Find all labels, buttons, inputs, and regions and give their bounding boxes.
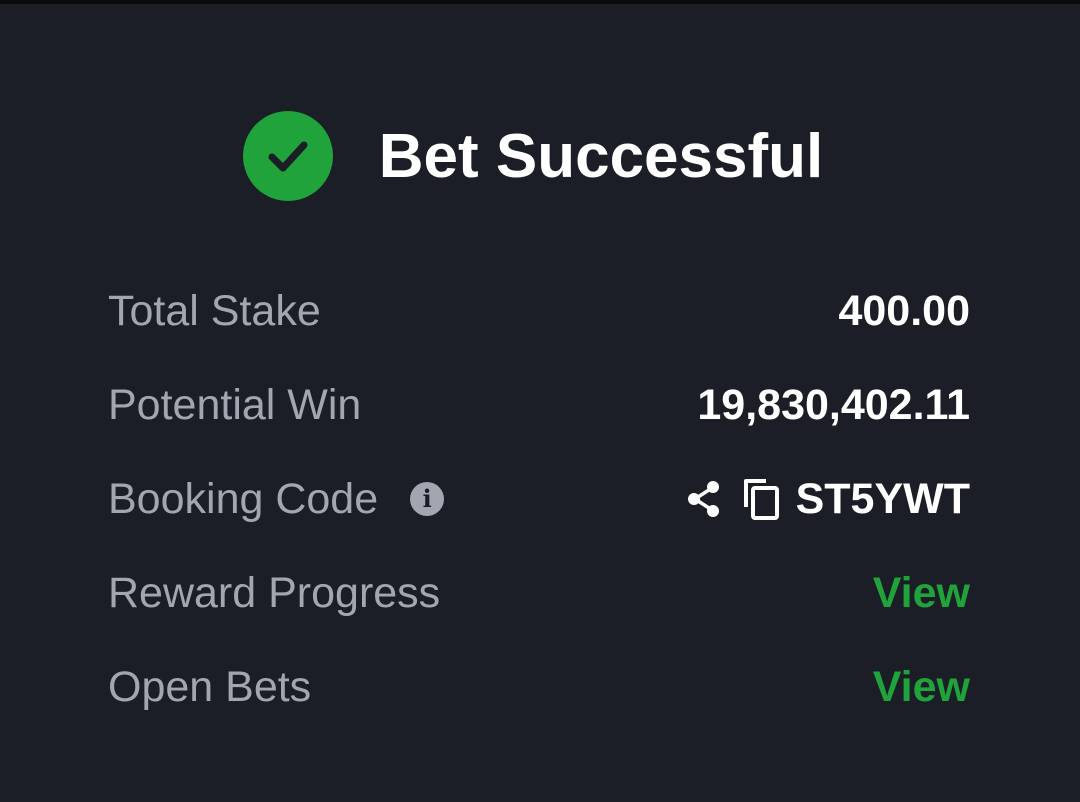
- top-edge-divider: [0, 0, 1080, 4]
- reward-progress-label: Reward Progress: [108, 568, 441, 617]
- bet-summary-list: Total Stake 400.00 Potential Win 19,830,…: [108, 264, 970, 734]
- total-stake-value: 400.00: [838, 286, 970, 335]
- potential-win-value: 19,830,402.11: [697, 380, 970, 429]
- bet-success-screen: Bet Successful Total Stake 400.00 Potent…: [0, 0, 1080, 802]
- open-bets-row: Open Bets View: [108, 640, 970, 734]
- share-icon[interactable]: [684, 479, 724, 519]
- booking-code-label-group: Booking Code i: [108, 474, 445, 524]
- booking-code-label: Booking Code: [108, 474, 379, 523]
- page-title: Bet Successful: [378, 121, 824, 191]
- potential-win-row: Potential Win 19,830,402.11: [108, 358, 970, 452]
- total-stake-label: Total Stake: [108, 286, 321, 335]
- total-stake-row: Total Stake 400.00: [108, 264, 970, 358]
- booking-code-value[interactable]: ST5YWT: [796, 475, 970, 524]
- reward-progress-view-link[interactable]: View: [873, 569, 970, 618]
- booking-code-value-group: ST5YWT: [684, 475, 970, 524]
- success-header: Bet Successful: [0, 108, 1080, 204]
- potential-win-label: Potential Win: [108, 380, 362, 429]
- check-circle-icon: [242, 111, 333, 201]
- open-bets-label: Open Bets: [108, 662, 312, 711]
- copy-icon[interactable]: [742, 477, 780, 521]
- booking-code-row: Booking Code i ST5YWT: [108, 452, 970, 546]
- reward-progress-row: Reward Progress View: [108, 546, 970, 640]
- open-bets-view-link[interactable]: View: [873, 663, 970, 712]
- info-icon[interactable]: i: [410, 482, 445, 516]
